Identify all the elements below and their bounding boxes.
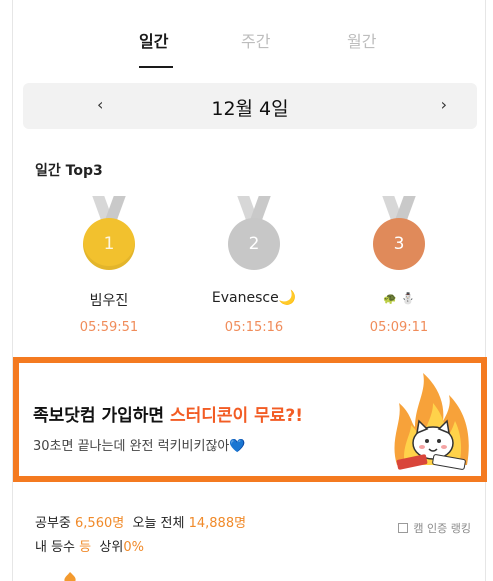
silver-medal-icon: 2 [228,218,280,270]
turtle-emoji-icon: 🐢 [383,292,397,305]
rank-1[interactable]: 1 빔우진 05:59:51 [49,196,169,335]
moon-emoji-icon: 🌙 [278,290,297,306]
top-percent: 0% [123,540,144,555]
promo-banner[interactable]: 족보닷컴 가입하면 스터디콘이 무료?! 30초면 끝나는데 완전 럭키비키잖아… [13,357,487,482]
current-date: 12월 4일 [211,98,289,120]
tab-weekly[interactable]: 주간 [241,28,270,52]
my-rank: 등 [79,540,92,555]
next-day-button[interactable]: › [441,95,447,114]
banner-highlight: 스터디콘이 무료?! [169,406,303,426]
today-count: 14,888명 [188,516,247,531]
rank-2[interactable]: 2 Evanesce🌙 05:15:16 [194,196,314,335]
rank-2-name: Evanesce🌙 [211,290,297,306]
rank-3-time: 05:09:11 [369,320,429,335]
fire-cat-illustration-icon [394,373,469,470]
stats-line-2: 내 등수 등 상위0% [35,540,144,555]
active-tab-indicator [139,66,173,68]
rank-2-time: 05:15:16 [224,320,284,335]
rank-3[interactable]: 3 🐢 ⛄ 05:09:11 [339,196,459,335]
stats-line-1: 공부중 6,560명 오늘 전체 14,888명 [35,516,247,531]
rank-1-time: 05:59:51 [79,320,139,335]
studying-count: 6,560명 [75,516,125,531]
tab-monthly[interactable]: 월간 [347,28,376,52]
fire-icon [64,572,76,581]
section-title: 일간 Top3 [35,163,103,179]
figure-emoji-icon: ⛄ [401,292,415,305]
study-stats: 공부중 6,560명 오늘 전체 14,888명 내 등수 등 상위0% [35,512,246,560]
rank-3-name: 🐢 ⛄ [339,290,459,308]
rank-1-name: 빔우진 [89,293,129,309]
date-navigator: ‹ 12월 4일 › [23,83,477,129]
banner-subtitle: 30초면 끝나는데 완전 럭키비키잖아💙 [33,439,246,454]
cam-cert-ranking-toggle[interactable]: 캠 인증 랭킹 [398,520,471,536]
tab-daily[interactable]: 일간 [139,28,168,52]
period-tabs: 일간 주간 월간 [13,28,485,68]
bronze-medal-icon: 3 [373,218,425,270]
banner-title: 족보닷컴 가입하면 스터디콘이 무료?! [33,406,303,426]
top3-podium: 1 빔우진 05:59:51 2 Evanesce🌙 05:15:16 3 🐢 … [13,196,485,356]
gold-medal-icon: 1 [83,218,135,270]
checkbox-icon[interactable] [398,523,409,533]
app-frame: 일간 주간 월간 ‹ 12월 4일 › 일간 Top3 1 빔우진 05:59:… [12,0,487,581]
